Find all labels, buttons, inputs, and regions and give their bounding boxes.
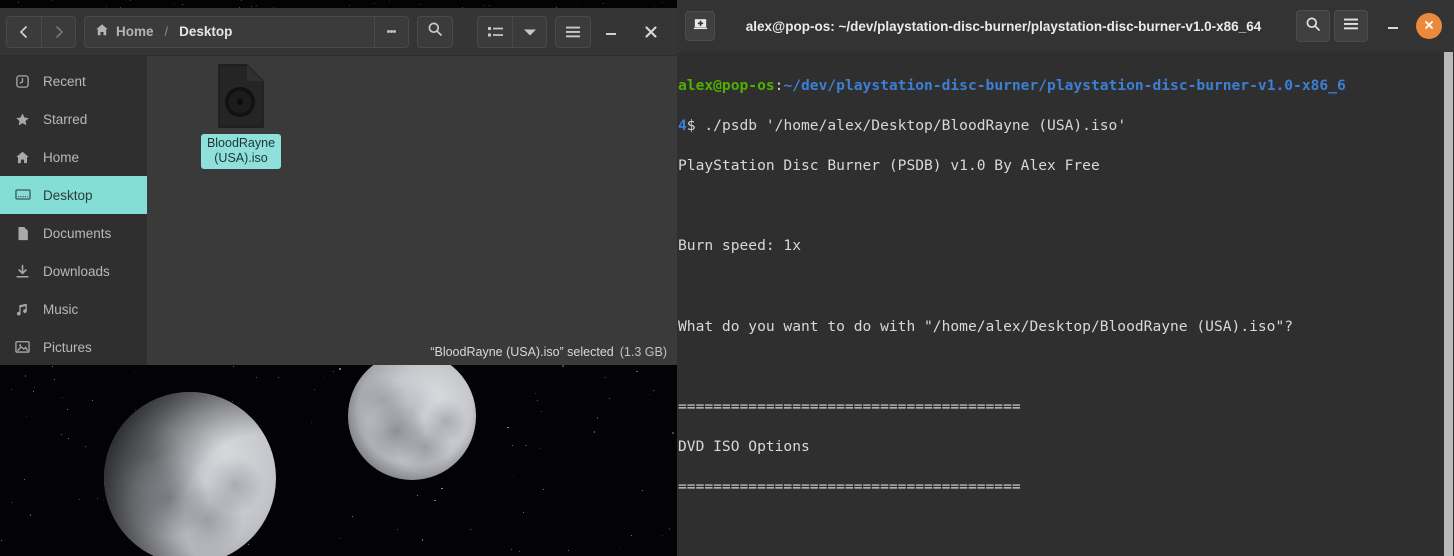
document-icon [14,225,31,242]
sidebar-item-documents[interactable]: Documents [0,214,147,252]
home-icon [14,149,31,166]
breadcrumb: Home / Desktop [84,15,410,48]
main-menu-button[interactable] [556,16,590,47]
terminal-banner: PlayStation Disc Burner (PSDB) v1.0 By A… [678,157,1100,175]
new-tab-button[interactable] [685,11,715,41]
search-button[interactable] [417,15,454,48]
breadcrumb-current-label: Desktop [179,24,233,39]
terminal-scrollbar[interactable] [1442,52,1454,556]
terminal-output: alex@pop-os:~/dev/playstation-disc-burne… [677,56,1454,556]
file-list-area[interactable]: BloodRayne (USA).iso “BloodRayne (USA).is… [147,56,677,365]
home-icon [95,23,109,40]
terminal-options-left: 1) Burn 2) Add ESR patch 3) Add ESR patc… [678,517,1023,556]
prompt-path: ~/dev/playstation-disc-burner/playstatio… [783,77,1346,95]
terminal-question: What do you want to do with "/home/alex/… [678,317,1294,335]
sidebar-item-downloads[interactable]: Downloads [0,252,147,290]
terminal-burn-speed: Burn speed: 1x [678,237,802,255]
sidebar-item-label: Downloads [43,263,110,279]
view-button-group [477,15,547,48]
clock-icon [14,73,31,90]
terminal-command: $ ./psdb '/home/alex/Desktop/BloodRayne … [686,117,1127,135]
moon-small [348,352,476,480]
download-icon [14,263,31,280]
terminal-menu-button[interactable] [1334,10,1368,42]
screen: Home / Desktop Recent Starred Home Deskt… [0,0,1454,556]
terminal-close-button[interactable] [1416,13,1442,39]
sidebar-item-label: Starred [43,111,88,127]
terminal-blank-3 [678,357,1454,377]
sidebar-item-label: Music [43,301,79,317]
terminal-title: alex@pop-os: ~/dev/playstation-disc-burn… [745,18,1262,34]
terminal-minimize-button[interactable] [1374,7,1412,45]
hamburger-icon [565,26,581,38]
iso-disc-file-icon [215,62,267,130]
status-bar: “BloodRayne (USA).iso” selected (1.3 GB) [147,339,677,365]
file-item-label: BloodRayne (USA).iso [200,134,282,169]
picture-icon [14,339,31,356]
sidebar-item-pictures[interactable]: Pictures [0,328,147,365]
terminal-prompt-line: alex@pop-os:~/dev/playstation-disc-burne… [678,76,1454,96]
terminal-header: alex@pop-os: ~/dev/playstation-disc-burn… [677,0,1454,52]
new-tab-icon [692,15,709,37]
close-icon [1423,19,1435,34]
terminal-options-right: 5) Add Master Disc patch and burn 6) Cha… [1023,517,1313,556]
terminal-body[interactable]: alex@pop-os:~/dev/playstation-disc-burne… [677,52,1454,556]
search-icon [427,21,443,42]
location-options-button[interactable] [374,16,408,47]
moon-large [104,392,276,556]
terminal-blank-1 [678,196,1454,216]
breadcrumb-home-label: Home [116,24,154,39]
terminal-options: 1) Burn 2) Add ESR patch 3) Add ESR patc… [678,517,1454,556]
minimize-button[interactable] [591,12,631,52]
kebab-dot-icon [393,30,397,33]
forward-button[interactable] [41,16,75,47]
list-view-icon [487,26,503,38]
sidebar: Recent Starred Home Desktop Documents Do… [0,56,147,365]
sidebar-item-starred[interactable]: Starred [0,100,147,138]
file-item-bloodrayne-iso[interactable]: BloodRayne (USA).iso [193,62,289,169]
view-list-button[interactable] [478,16,512,47]
prompt-user-host: alex@pop-os [678,77,775,95]
file-manager-body: Recent Starred Home Desktop Documents Do… [0,56,677,365]
file-manager-header-right [477,12,671,52]
status-size: (1.3 GB) [619,345,667,359]
terminal-rule-bottom: ======================================= [678,477,1021,495]
file-manager-window: Home / Desktop Recent Starred Home Deskt… [0,8,677,365]
sidebar-item-home[interactable]: Home [0,138,147,176]
menu-button-group [555,15,591,48]
sidebar-item-recent[interactable]: Recent [0,62,147,100]
search-icon [1305,16,1321,37]
hamburger-icon [1343,17,1359,35]
nav-button-group [6,15,76,48]
terminal-command-line: 4$ ./psdb '/home/alex/Desktop/BloodRayne… [678,116,1454,136]
chevron-down-icon [523,28,536,36]
sidebar-item-label: Recent [43,73,86,89]
status-text: “BloodRayne (USA).iso” selected [430,345,614,359]
file-manager-header: Home / Desktop [0,8,677,56]
terminal-section-title: DVD ISO Options [678,437,810,455]
star-icon [14,111,31,128]
breadcrumb-item-home[interactable]: Home [85,17,164,47]
breadcrumb-item-desktop[interactable]: Desktop [169,17,242,47]
prompt-path-wrap: 4 [678,117,687,135]
sidebar-item-label: Pictures [43,339,92,355]
sidebar-item-desktop[interactable]: Desktop [0,176,147,214]
sidebar-item-label: Home [43,149,80,165]
view-dropdown-button[interactable] [512,16,546,47]
sidebar-item-music[interactable]: Music [0,290,147,328]
sidebar-item-label: Documents [43,225,112,241]
close-button[interactable] [631,12,671,52]
terminal-rule-top: ======================================= [678,397,1021,415]
desktop-icon [14,187,31,204]
terminal-search-button[interactable] [1296,10,1330,42]
terminal-scrollbar-thumb[interactable] [1444,52,1453,556]
sidebar-item-label: Desktop [43,187,93,203]
terminal-window: alex@pop-os: ~/dev/playstation-disc-burn… [677,0,1454,556]
back-button[interactable] [7,16,41,47]
breadcrumb-spacer [242,17,374,47]
music-icon [14,301,31,318]
terminal-blank-2 [678,277,1454,297]
